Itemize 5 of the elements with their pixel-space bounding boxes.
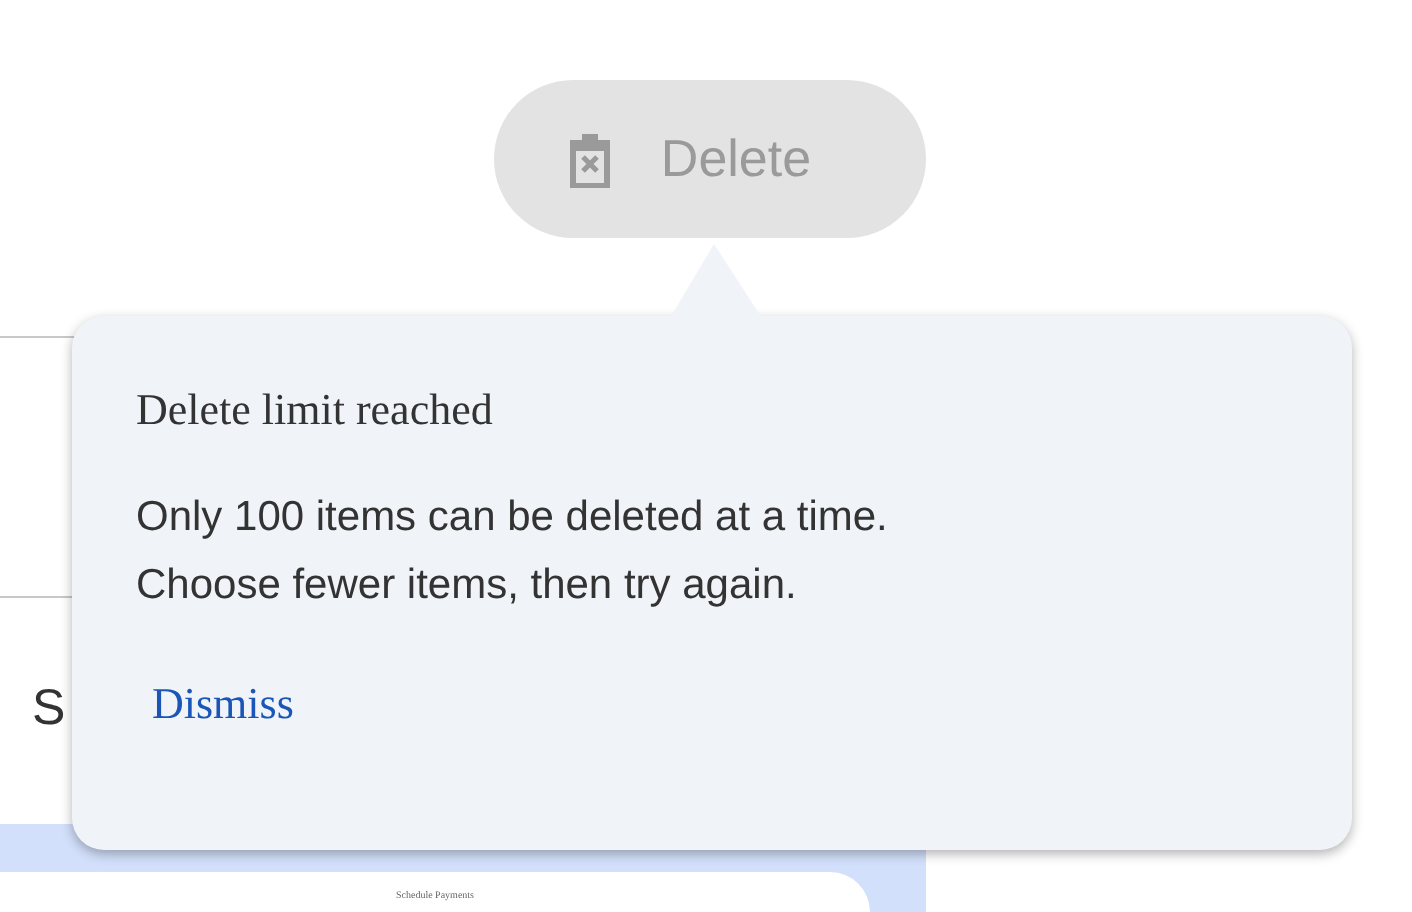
tooltip-title: Delete limit reached [136, 382, 493, 438]
tooltip-message: Only 100 items can be deleted at a time. Choose fewer items, then try again. [136, 492, 890, 612]
trash-icon [568, 131, 613, 187]
dismiss-link[interactable]: Dismiss [152, 678, 294, 730]
section-heading: S [32, 678, 66, 738]
